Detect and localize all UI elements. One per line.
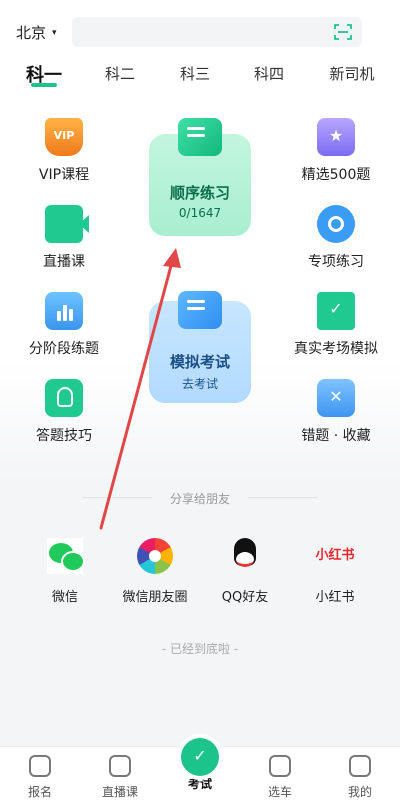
real-exam-sim-entry[interactable]: 真实考场模拟 bbox=[276, 292, 396, 358]
vip-icon: VIP bbox=[45, 118, 83, 156]
nav-choose-car[interactable]: 选车 bbox=[240, 755, 320, 800]
staged-practice-entry[interactable]: 分阶段练题 bbox=[4, 292, 124, 358]
scan-icon[interactable] bbox=[334, 23, 352, 41]
nav-exam-label: 考试 bbox=[187, 777, 212, 791]
share-title: 分享给朋友 bbox=[169, 492, 230, 506]
subject-tabs: 科一 科二 科三 科四 新司机 bbox=[0, 60, 400, 96]
sequential-practice-title: 顺序练习 bbox=[169, 184, 230, 202]
wrong-favorites-label: 错题 · 收藏 bbox=[301, 428, 371, 444]
lightbulb-icon bbox=[45, 379, 83, 417]
profile-icon bbox=[349, 755, 371, 777]
nav-live[interactable]: 直播课 bbox=[80, 755, 160, 800]
share-xiaohongshu-label: 小红书 bbox=[315, 590, 355, 605]
nav-register-label: 报名 bbox=[27, 785, 52, 799]
wrong-favorites-entry[interactable]: 错题 · 收藏 bbox=[276, 379, 396, 445]
mock-exam-title: 模拟考试 bbox=[169, 353, 230, 371]
qq-icon bbox=[227, 538, 263, 574]
selected-500-entry[interactable]: ★ 精选500题 bbox=[276, 118, 396, 184]
active-tab-indicator bbox=[31, 83, 57, 87]
monitor-check-icon bbox=[317, 292, 355, 330]
sequential-practice-progress: 0/1647 bbox=[178, 206, 222, 220]
sequential-practice-card[interactable]: 顺序练习 0/1647 bbox=[149, 118, 251, 236]
share-wechat-label: 微信 bbox=[51, 590, 78, 605]
nav-live-label: 直播课 bbox=[101, 785, 138, 799]
wechat-icon bbox=[47, 538, 85, 574]
tab-ke3[interactable]: 科三 bbox=[180, 63, 210, 84]
chevron-down-icon: ▾ bbox=[52, 27, 57, 38]
share-xiaohongshu[interactable]: 小红书 小红书 bbox=[285, 538, 385, 605]
moments-icon bbox=[137, 538, 173, 574]
star-icon: ★ bbox=[317, 118, 355, 156]
answer-tips-label: 答题技巧 bbox=[36, 428, 92, 444]
nav-profile[interactable]: 我的 bbox=[320, 755, 400, 800]
search-bar[interactable] bbox=[72, 17, 362, 47]
top-bar: 北京 ▾ bbox=[0, 0, 400, 62]
tab-ke2[interactable]: 科二 bbox=[105, 63, 135, 84]
share-wechat[interactable]: 微信 bbox=[15, 538, 115, 605]
car-icon bbox=[269, 755, 291, 777]
nav-profile-label: 我的 bbox=[347, 785, 372, 799]
mock-exam-sub: 去考试 bbox=[181, 377, 218, 391]
target-icon bbox=[317, 205, 355, 243]
city-selector[interactable]: 北京 ▾ bbox=[16, 22, 57, 43]
nav-register[interactable]: 报名 bbox=[0, 755, 80, 800]
vip-course-entry[interactable]: VIP VIP课程 bbox=[4, 118, 124, 184]
book-icon bbox=[178, 118, 222, 156]
share-moments[interactable]: 微信朋友圈 bbox=[105, 538, 205, 605]
share-moments-label: 微信朋友圈 bbox=[122, 590, 188, 605]
xiaohongshu-icon: 小红书 bbox=[315, 548, 355, 563]
end-of-list-note: - 已经到底啦 - bbox=[161, 642, 239, 656]
register-icon bbox=[29, 755, 51, 777]
live-course-entry[interactable]: 直播课 bbox=[4, 205, 124, 271]
exam-book-icon bbox=[178, 291, 222, 329]
special-practice-label: 专项练习 bbox=[308, 254, 364, 270]
vip-course-label: VIP课程 bbox=[38, 167, 90, 183]
share-qq-label: QQ好友 bbox=[221, 590, 269, 605]
answer-tips-entry[interactable]: 答题技巧 bbox=[4, 379, 124, 445]
special-practice-entry[interactable]: 专项练习 bbox=[276, 205, 396, 271]
city-label: 北京 bbox=[16, 24, 47, 42]
mock-exam-card[interactable]: 模拟考试 去考试 bbox=[149, 291, 251, 403]
nav-choose-car-label: 选车 bbox=[267, 785, 292, 799]
live-course-label: 直播课 bbox=[43, 254, 85, 270]
selected-500-label: 精选500题 bbox=[301, 167, 371, 183]
error-card-icon bbox=[317, 379, 355, 417]
star-glyph: ★ bbox=[328, 126, 344, 145]
exam-tab-icon[interactable] bbox=[181, 738, 219, 776]
tab-new-driver[interactable]: 新司机 bbox=[329, 63, 374, 84]
share-qq[interactable]: QQ好友 bbox=[195, 538, 295, 605]
tab-ke4[interactable]: 科四 bbox=[254, 63, 284, 84]
vip-badge-text: VIP bbox=[53, 129, 75, 142]
live-play-icon bbox=[109, 755, 131, 777]
live-camera-icon bbox=[45, 205, 89, 243]
bar-chart-icon bbox=[45, 292, 83, 330]
staged-practice-label: 分阶段练题 bbox=[29, 341, 99, 357]
real-exam-sim-label: 真实考场模拟 bbox=[294, 341, 378, 357]
